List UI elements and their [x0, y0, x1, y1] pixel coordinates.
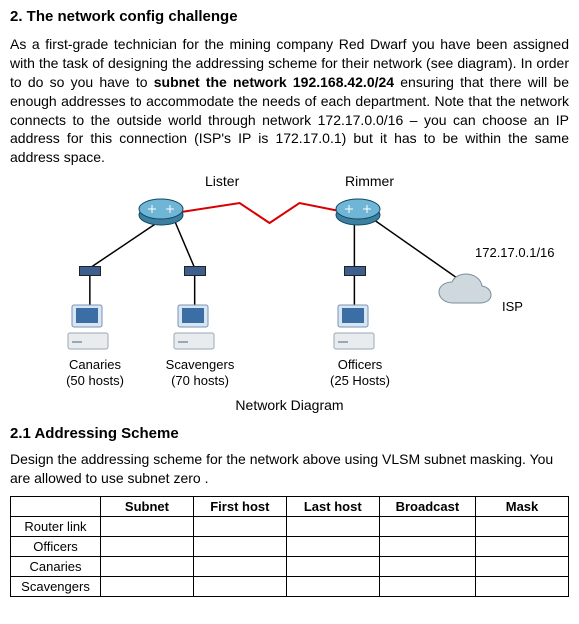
cloud-icon — [435, 273, 495, 315]
scavengers-label: Scavengers (70 hosts) — [150, 357, 250, 388]
table-cell — [476, 577, 569, 597]
table-cell — [101, 577, 194, 597]
router-lister-label: Lister — [205, 173, 239, 189]
table-header-cell: First host — [193, 497, 286, 517]
table-cell — [476, 557, 569, 577]
officers-hosts: (25 Hosts) — [330, 373, 390, 388]
pc-icon — [332, 303, 376, 359]
addressing-table: SubnetFirst hostLast hostBroadcastMask R… — [10, 496, 569, 597]
table-row: Officers — [11, 537, 569, 557]
router-rimmer-label: Rimmer — [345, 173, 394, 189]
intro-paragraph: As a first-grade technician for the mini… — [10, 35, 569, 167]
pc-icon — [172, 303, 216, 359]
table-cell — [286, 537, 379, 557]
section-title: 2. The network config challenge — [10, 8, 569, 25]
scavengers-hosts: (70 hosts) — [171, 373, 229, 388]
canaries-hosts: (50 hosts) — [66, 373, 124, 388]
officers-label: Officers (25 Hosts) — [315, 357, 405, 388]
table-cell — [101, 517, 194, 537]
table-row: Router link — [11, 517, 569, 537]
row-label: Scavengers — [11, 577, 101, 597]
table-cell — [101, 537, 194, 557]
sub-heading: 2.1 Addressing Scheme — [10, 425, 569, 442]
instruction-paragraph: Design the addressing scheme for the net… — [10, 450, 569, 488]
switch-icon — [184, 266, 206, 276]
isp-ip-label: 172.17.0.1/16 — [475, 245, 555, 261]
table-header-cell: Broadcast — [379, 497, 475, 517]
row-label: Router link — [11, 517, 101, 537]
table-cell — [379, 557, 475, 577]
officers-name: Officers — [338, 357, 383, 372]
canaries-label: Canaries (50 hosts) — [50, 357, 140, 388]
network-diagram: Lister Rimmer 172.17.0.1/16 ISP Canaries… — [10, 173, 569, 393]
table-header-row: SubnetFirst hostLast hostBroadcastMask — [11, 497, 569, 517]
table-cell — [286, 557, 379, 577]
table-cell — [101, 557, 194, 577]
router-icon — [138, 197, 184, 231]
table-body: Router linkOfficersCanariesScavengers — [11, 517, 569, 597]
table-header-cell — [11, 497, 101, 517]
table-row: Scavengers — [11, 577, 569, 597]
isp-label: ISP — [502, 299, 523, 315]
table-header-cell: Subnet — [101, 497, 194, 517]
switch-icon — [79, 266, 101, 276]
table-cell — [193, 577, 286, 597]
table-cell — [476, 537, 569, 557]
table-header-cell: Mask — [476, 497, 569, 517]
table-cell — [286, 577, 379, 597]
pc-icon — [66, 303, 110, 359]
table-cell — [193, 557, 286, 577]
router-icon — [335, 197, 381, 231]
scavengers-name: Scavengers — [166, 357, 235, 372]
table-row: Canaries — [11, 557, 569, 577]
diagram-caption: Network Diagram — [10, 397, 569, 413]
switch-icon — [344, 266, 366, 276]
table-cell — [379, 537, 475, 557]
table-cell — [286, 517, 379, 537]
table-cell — [379, 517, 475, 537]
table-cell — [476, 517, 569, 537]
table-cell — [193, 537, 286, 557]
table-header-cell: Last host — [286, 497, 379, 517]
table-cell — [193, 517, 286, 537]
table-cell — [379, 577, 475, 597]
row-label: Canaries — [11, 557, 101, 577]
canaries-name: Canaries — [69, 357, 121, 372]
row-label: Officers — [11, 537, 101, 557]
